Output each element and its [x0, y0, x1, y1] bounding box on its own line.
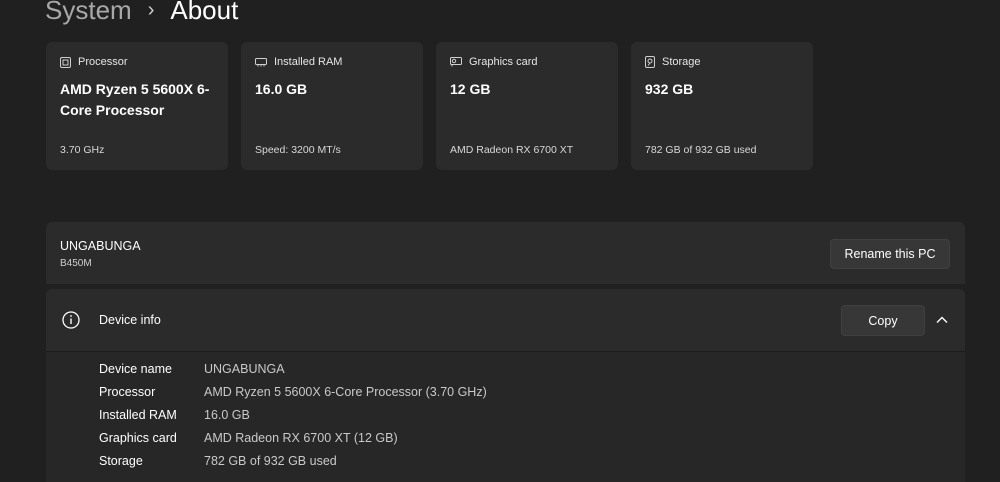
device-info-header[interactable]: Device info Copy [46, 289, 965, 351]
processor-card-value: AMD Ryzen 5 5600X 6-Core Processor [60, 81, 210, 118]
spec-value: AMD Radeon RX 6700 XT (12 GB) [204, 431, 398, 445]
storage-card: Storage 932 GB 782 GB of 932 GB used [631, 42, 813, 170]
breadcrumb-separator: › [147, 0, 155, 21]
storage-card-label: Storage [662, 56, 701, 68]
breadcrumb-system-link[interactable]: System [45, 0, 132, 26]
processor-card-label: Processor [78, 56, 128, 68]
info-icon [62, 311, 80, 329]
copy-button[interactable]: Copy [841, 305, 925, 336]
graphics-card-sub: AMD Radeon RX 6700 XT [450, 144, 574, 156]
graphics-card-header: Graphics card [450, 56, 537, 68]
processor-card: Processor AMD Ryzen 5 5600X 6-Core Proce… [46, 42, 228, 170]
ram-card-sub: Speed: 3200 MT/s [255, 144, 341, 156]
spec-label: Graphics card [99, 431, 177, 445]
spec-value: UNGABUNGA [204, 362, 285, 376]
rename-pc-button[interactable]: Rename this PC [830, 239, 950, 269]
ram-card: Installed RAM 16.0 GB Speed: 3200 MT/s [241, 42, 423, 170]
graphics-card-label: Graphics card [469, 56, 538, 68]
storage-card-sub: 782 GB of 932 GB used [645, 144, 757, 156]
processor-card-header: Processor [60, 56, 128, 68]
graphics-card-icon [450, 57, 462, 67]
device-info-title: Device info [99, 313, 161, 327]
chevron-up-icon[interactable] [935, 313, 949, 327]
spec-row-storage: Storage 782 GB of 932 GB used [99, 454, 337, 472]
spec-row-processor: Processor AMD Ryzen 5 5600X 6-Core Proce… [99, 385, 487, 403]
page-title: About [170, 0, 239, 25]
graphics-card-value: 12 GB [450, 81, 491, 97]
pc-model: B450M [60, 258, 92, 269]
spec-label: Device name [99, 362, 172, 376]
spec-label: Installed RAM [99, 408, 177, 422]
spec-value: 782 GB of 932 GB used [204, 454, 337, 468]
pc-name-section: UNGABUNGA B450M Rename this PC [46, 222, 965, 284]
spec-cards: Processor AMD Ryzen 5 5600X 6-Core Proce… [46, 42, 813, 170]
processor-icon [60, 56, 71, 68]
spec-row-installed-ram: Installed RAM 16.0 GB [99, 408, 250, 426]
storage-icon [645, 56, 655, 68]
spec-label: Processor [99, 385, 156, 399]
spec-row-graphics-card: Graphics card AMD Radeon RX 6700 XT (12 … [99, 431, 398, 449]
storage-card-value: 932 GB [645, 81, 694, 97]
ram-icon [255, 58, 267, 67]
graphics-card: Graphics card 12 GB AMD Radeon RX 6700 X… [436, 42, 618, 170]
spec-value: 16.0 GB [204, 408, 250, 422]
ram-card-value: 16.0 GB [255, 81, 308, 97]
spec-value: AMD Ryzen 5 5600X 6-Core Processor (3.70… [204, 385, 487, 399]
device-info-details: Device name UNGABUNGA Processor AMD Ryze… [46, 351, 965, 482]
ram-card-label: Installed RAM [274, 56, 343, 68]
spec-row-device-name: Device name UNGABUNGA [99, 362, 285, 380]
processor-card-sub: 3.70 GHz [60, 144, 105, 156]
pc-name: UNGABUNGA [60, 239, 141, 253]
ram-card-header: Installed RAM [255, 56, 342, 68]
storage-card-header: Storage [645, 56, 701, 68]
spec-label: Storage [99, 454, 143, 468]
breadcrumb: System › About [45, 0, 238, 28]
